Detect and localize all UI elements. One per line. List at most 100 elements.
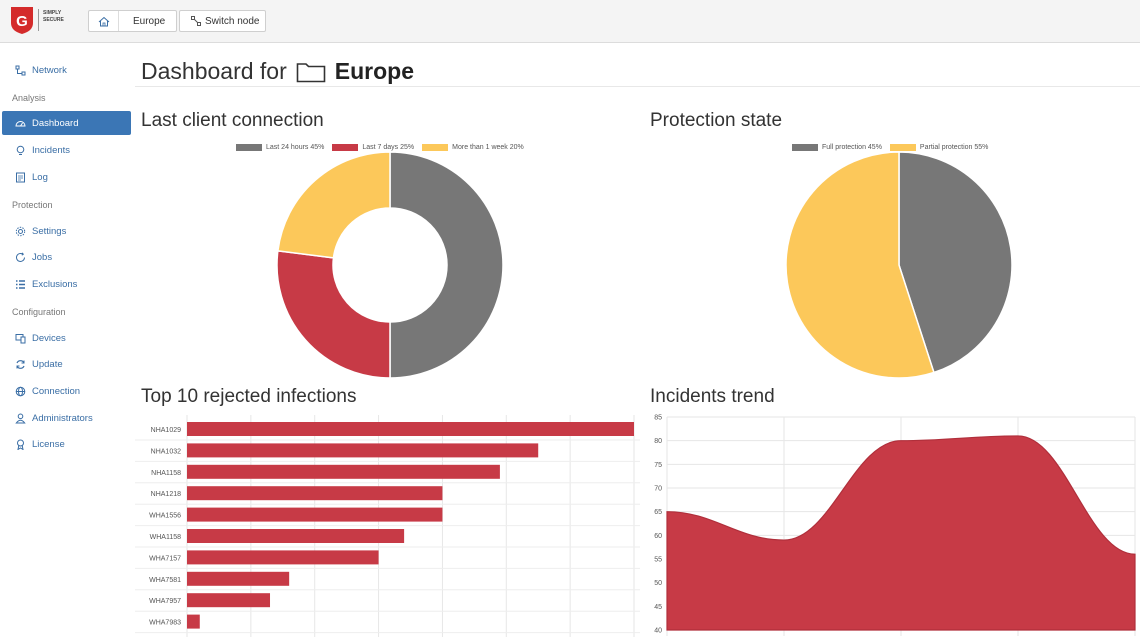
sidebar-item-dashboard[interactable]: Dashboard xyxy=(2,111,131,135)
switch-node-label: Switch node xyxy=(205,15,260,27)
y-tick-label: 80 xyxy=(654,438,662,445)
sidebar-header-protection: Protection xyxy=(12,200,53,210)
bar xyxy=(187,571,290,586)
sidebar-item-incidents[interactable]: Incidents xyxy=(2,138,131,162)
breadcrumb: Europe xyxy=(88,10,177,32)
pie-slice xyxy=(277,152,391,259)
logo-divider xyxy=(38,9,39,31)
legend-swatch xyxy=(889,144,916,151)
legend-swatch xyxy=(332,144,359,151)
logo-tagline: SIMPLY SECURE xyxy=(43,10,64,23)
refresh-icon xyxy=(16,359,25,369)
home-icon xyxy=(98,16,109,26)
legend-label: More than 1 week 20% xyxy=(452,144,524,151)
sidebar-item-network[interactable]: Network xyxy=(2,58,131,82)
gdata-logo[interactable]: G xyxy=(9,5,35,35)
legend-label: Full protection 45% xyxy=(822,144,882,151)
category-label: NHA1218 xyxy=(151,491,181,498)
sidebar-item-label: Network xyxy=(32,64,67,76)
page-title-prefix: Dashboard for xyxy=(141,58,287,84)
top-rejected-infections-title: Top 10 rejected infections xyxy=(141,386,357,407)
incidents-trend-chart: 40 45 50 55 60 65 70 75 80 85 xyxy=(654,415,1136,636)
area-series xyxy=(666,435,1136,631)
lightbulb-icon xyxy=(16,145,25,155)
last-client-connection-chart xyxy=(276,152,504,378)
legend-item[interactable]: More than 1 week 20% xyxy=(422,144,524,151)
network-icon xyxy=(15,65,26,75)
category-label: NHA1029 xyxy=(151,427,181,434)
legend-swatch xyxy=(422,144,449,151)
bar xyxy=(187,422,634,436)
jobs-icon xyxy=(16,251,25,262)
switch-node-icon xyxy=(191,16,201,26)
y-tick-label: 60 xyxy=(654,533,662,540)
y-tick-label: 65 xyxy=(654,509,662,516)
sidebar-item-label: License xyxy=(32,438,65,450)
sidebar-item-label: Dashboard xyxy=(32,117,79,129)
y-tick-label: 50 xyxy=(654,580,662,587)
legend-item[interactable]: Last 7 days 25% xyxy=(332,144,414,151)
sidebar-item-administrators[interactable]: Administrators xyxy=(2,406,131,430)
devices-icon xyxy=(15,333,26,343)
bar xyxy=(187,464,500,479)
y-tick-label: 45 xyxy=(654,604,662,611)
sidebar-item-label: Jobs xyxy=(32,251,53,263)
home-button[interactable] xyxy=(89,11,119,31)
sidebar-item-label: Incidents xyxy=(32,144,71,156)
bar xyxy=(187,507,443,522)
bar xyxy=(187,550,379,565)
protection-state-chart xyxy=(785,152,1013,378)
globe-icon xyxy=(15,386,26,396)
page-title: Dashboard for Europe xyxy=(141,58,414,85)
category-label: WHA1158 xyxy=(150,534,181,541)
protection-legend: Full protection 45% Partial protection 5… xyxy=(792,144,988,151)
sidebar-item-jobs[interactable]: Jobs xyxy=(2,245,131,269)
sidebar-item-license[interactable]: License xyxy=(2,432,131,456)
page-title-node: Europe xyxy=(334,58,414,84)
sidebar-item-connection[interactable]: Connection xyxy=(2,379,131,403)
category-label: WHA7983 xyxy=(149,620,181,627)
legend-item[interactable]: Partial protection 55% xyxy=(889,144,989,151)
category-label: WHA1556 xyxy=(149,513,181,520)
sidebar-item-update[interactable]: Update xyxy=(2,352,131,376)
bar xyxy=(187,593,271,608)
sidebar-item-label: Log xyxy=(32,171,48,183)
top-bar: G SIMPLY SECURE Europe Switch node xyxy=(0,0,1140,43)
license-icon xyxy=(17,439,24,450)
y-tick-label: 55 xyxy=(654,557,662,564)
sidebar-item-exclusions[interactable]: Exclusions xyxy=(2,272,131,296)
log-icon xyxy=(16,172,25,182)
protection-state-title: Protection state xyxy=(650,110,783,131)
svg-text:G: G xyxy=(16,13,28,30)
sidebar-item-label: Exclusions xyxy=(32,278,78,290)
top-rejected-infections-chart: NHA1029 NHA1032 NHA1158 NHA1218 WHA1556 WHA11… xyxy=(135,415,640,637)
bar xyxy=(187,486,443,501)
sidebar-item-label: Settings xyxy=(32,225,67,237)
sidebar-item-log[interactable]: Log xyxy=(2,165,131,189)
pie-slice xyxy=(389,152,504,378)
sidebar-item-label: Administrators xyxy=(32,412,93,424)
legend-swatch xyxy=(236,144,262,151)
category-label: WHA7157 xyxy=(149,555,181,562)
sidebar-header-analysis: Analysis xyxy=(12,93,46,103)
switch-node-button[interactable]: Switch node xyxy=(179,10,266,32)
y-tick-label: 40 xyxy=(654,628,662,635)
legend-item[interactable]: Last 24 hours 45% xyxy=(236,144,324,151)
pie-slice xyxy=(276,249,391,378)
y-tick-label: 75 xyxy=(654,462,662,469)
legend-label: Last 7 days 25% xyxy=(362,144,415,151)
y-tick-label: 85 xyxy=(654,415,662,422)
category-label: WHA7957 xyxy=(149,598,181,605)
breadcrumb-node[interactable]: Europe xyxy=(119,16,165,27)
list-icon xyxy=(16,279,25,289)
category-label: WHA7581 xyxy=(149,577,181,584)
sidebar-item-settings[interactable]: Settings xyxy=(2,219,131,243)
y-tick-label: 70 xyxy=(654,486,662,493)
legend-label: Partial protection 55% xyxy=(919,144,989,151)
sidebar-item-label: Devices xyxy=(32,332,66,344)
bar xyxy=(187,614,200,629)
sidebar-item-devices[interactable]: Devices xyxy=(2,326,131,350)
legend-swatch xyxy=(792,144,818,151)
legend-item[interactable]: Full protection 45% xyxy=(792,144,882,151)
connection-legend: Last 24 hours 45% Last 7 days 25% More t… xyxy=(236,144,524,151)
